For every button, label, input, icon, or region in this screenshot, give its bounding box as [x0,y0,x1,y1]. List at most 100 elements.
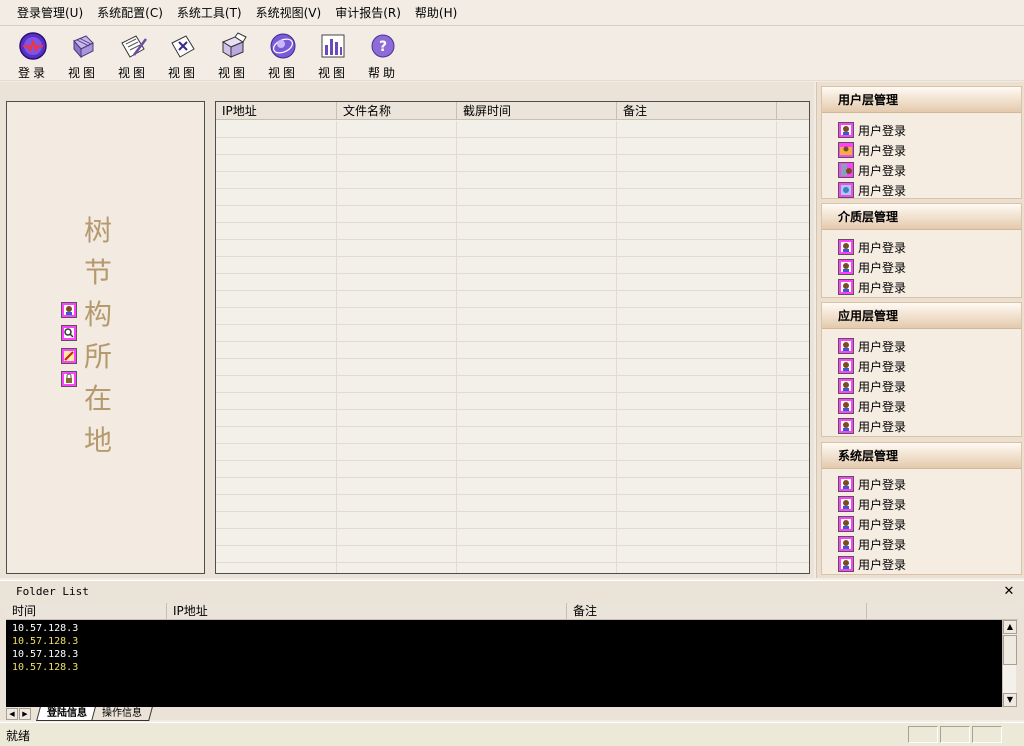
user-login-icon [838,516,854,532]
toolbar-help-button[interactable]: ? 帮助 [358,27,408,81]
group-item-user-login[interactable]: 用户登录 [822,514,1021,534]
open-box-icon [218,31,248,61]
lock-icon[interactable] [61,371,77,387]
menu-audit-report[interactable]: 审计报告(R) [328,0,408,26]
item-label: 用户登录 [858,163,907,178]
bar-chart-icon [318,31,348,61]
group-item-user-login[interactable]: 用户登录 [822,237,1021,257]
group-item-user-login[interactable]: 用户登录 [822,356,1021,376]
item-label: 用户登录 [858,419,907,434]
menu-system-tools[interactable]: 系统工具(T) [170,0,249,26]
group-item-user-login[interactable]: 用户登录 [822,336,1021,356]
menu-system-config[interactable]: 系统配置(C) [90,0,170,26]
group-item-user-login[interactable]: 用户登录 [822,257,1021,277]
help-question-icon: ? [368,31,398,61]
tree-view[interactable]: 树 节 构 所 在 地 [6,101,205,574]
user-login-icon [838,279,854,295]
column-header-notes[interactable]: 备注 [617,102,777,119]
toolbar-view-button-6[interactable]: 视图 [308,27,358,81]
toolbar-label: 视图 [217,66,248,80]
toolbar: 登录 视图 视图 视图 视图 视图 视图 ? 帮助 [0,27,1024,81]
group-title[interactable]: 用户层管理 [822,87,1021,113]
group-item-user-login[interactable]: 用户登录 [822,180,1021,200]
toolbar-label: 视图 [117,66,148,80]
folder-list-title: Folder List [16,585,89,598]
column-header-capture-time[interactable]: 截屏时间 [457,102,617,119]
scroll-thumb[interactable] [1003,635,1017,665]
tree-char: 树 [83,214,112,247]
user-login-icon [838,239,854,255]
group-user-layer: 用户层管理 用户登录 用户登录 用户登录 用户登录 [821,86,1022,199]
log-row[interactable]: 10.57.128.3 [12,622,1002,635]
menu-system-view[interactable]: 系统视图(V) [249,0,329,26]
tab-scroll-left-icon[interactable]: ◀ [6,708,18,720]
search-icon[interactable] [61,325,77,341]
scroll-down-icon[interactable]: ▼ [1003,693,1017,707]
group-item-user-login[interactable]: 用户登录 [822,416,1021,436]
toolbar-label: 视图 [317,66,348,80]
toolbar-login-button[interactable]: 登录 [8,27,58,81]
group-system-layer: 系统层管理 用户登录 用户登录 用户登录 用户登录 用户登录 [821,442,1022,575]
group-item-user-login[interactable]: 用户登录 [822,140,1021,160]
group-item-user-login[interactable]: 用户登录 [822,474,1021,494]
toolbar-view-button-1[interactable]: 视图 [58,27,108,81]
column-header-ip[interactable]: IP地址 [216,102,337,119]
group-item-user-login[interactable]: 用户登录 [822,494,1021,514]
user-login-icon [838,378,854,394]
item-label: 用户登录 [858,497,907,512]
item-label: 用户登录 [858,517,907,532]
log-scrollbar[interactable]: ▲ ▼ [1002,620,1017,707]
group-item-user-login[interactable]: 用户登录 [822,554,1021,574]
log-list[interactable]: 10.57.128.3 10.57.128.3 10.57.128.3 10.5… [6,620,1002,707]
log-row[interactable]: 10.57.128.3 [12,635,1002,648]
user-login-icon [838,476,854,492]
group-item-user-login[interactable]: 用户登录 [822,534,1021,554]
status-pane [972,726,1002,743]
item-label: 用户登录 [858,379,907,394]
tab-scroll-right-icon[interactable]: ▶ [19,708,31,720]
login-wave-icon [18,31,48,61]
group-item-user-login[interactable]: 用户登录 [822,376,1021,396]
column-header-notes[interactable]: 备注 [567,603,867,619]
toolbar-label: 视图 [67,66,98,80]
grid-body[interactable] [216,121,809,573]
svg-text:?: ? [379,39,387,55]
close-icon[interactable]: ✕ [1002,584,1016,599]
column-header-time[interactable]: 时间 [6,603,167,619]
tab-login-info[interactable]: 登陆信息 [36,707,98,721]
toolbar-view-button-2[interactable]: 视图 [108,27,158,81]
group-item-user-login[interactable]: 用户登录 [822,160,1021,180]
menu-login-management[interactable]: 登录管理(U) [10,0,90,26]
screenshot-grid[interactable]: IP地址 文件名称 截屏时间 备注 [215,101,810,574]
group-title[interactable]: 系统层管理 [822,443,1021,469]
menu-bar: 登录管理(U) 系统配置(C) 系统工具(T) 系统视图(V) 审计报告(R) … [0,0,1024,26]
user-login-icon [838,338,854,354]
group-item-user-login[interactable]: 用户登录 [822,120,1021,140]
network-user-icon [838,182,854,198]
group-item-user-login[interactable]: 用户登录 [822,396,1021,416]
group-item-user-login[interactable]: 用户登录 [822,277,1021,297]
item-label: 用户登录 [858,183,907,198]
edit-icon[interactable] [61,348,77,364]
group-title[interactable]: 介质层管理 [822,204,1021,230]
menu-help[interactable]: 帮助(H) [408,0,464,26]
tree-char: 地 [83,424,112,457]
scroll-up-icon[interactable]: ▲ [1003,620,1017,634]
toolbar-view-button-3[interactable]: 视图 [158,27,208,81]
group-title[interactable]: 应用层管理 [822,303,1021,329]
column-header-ip[interactable]: IP地址 [167,603,567,619]
item-label: 用户登录 [858,557,907,572]
toolbar-view-button-5[interactable]: 视图 [258,27,308,81]
item-label: 用户登录 [858,260,907,275]
toolbar-view-button-4[interactable]: 视图 [208,27,258,81]
log-row[interactable]: 10.57.128.3 [12,661,1002,674]
purple-globe-icon [268,31,298,61]
user-login-icon [838,398,854,414]
user-icon[interactable] [61,302,77,318]
screenshot-list-panel: IP地址 文件名称 截屏时间 备注 [212,82,814,578]
column-header-filename[interactable]: 文件名称 [337,102,457,119]
log-row[interactable]: 10.57.128.3 [12,648,1002,661]
tab-operation-info[interactable]: 操作信息 [91,707,153,721]
tree-char: 所 [83,340,112,373]
item-label: 用户登录 [858,143,907,158]
